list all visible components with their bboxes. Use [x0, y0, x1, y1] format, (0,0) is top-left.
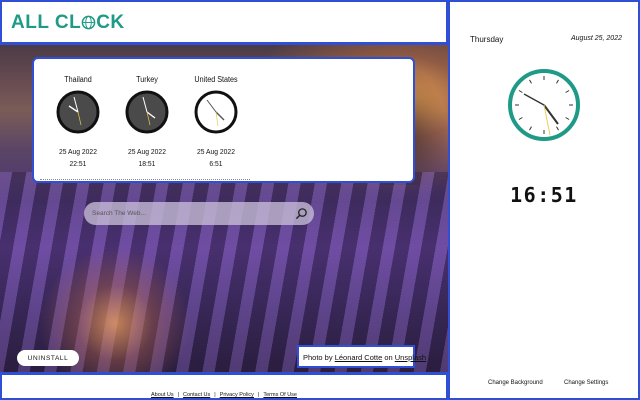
clock-date: 25 Aug 2022: [197, 147, 235, 156]
logo-text: ALL CL: [11, 12, 82, 33]
analog-clock-icon: [508, 69, 580, 141]
footer-link-privacy[interactable]: Privacy Policy: [220, 392, 254, 398]
world-clock-united-states: United States 25 Aug 2022 6:51: [181, 59, 251, 168]
clock-country: Thailand: [64, 75, 92, 84]
clock-date: 25 Aug 2022: [128, 147, 166, 156]
world-clock-thailand: Thailand 25 Aug 2022 22:51: [43, 59, 113, 168]
globe-icon: [81, 14, 96, 36]
photo-credit: Photo by Léonard Cotte on Unsplash: [297, 345, 426, 368]
world-clocks-card: Thailand 25 Aug 2022 22:51 Turkey 25 Aug…: [32, 57, 415, 183]
card-divider: [40, 179, 250, 180]
analog-clock-icon: [194, 90, 238, 134]
panel-day: Thursday: [470, 35, 504, 44]
logo-text-end: CK: [96, 12, 125, 33]
change-background-button[interactable]: Change Background: [488, 380, 543, 386]
footer-link-terms[interactable]: Terms Of Use: [263, 392, 297, 398]
credit-prefix: Photo by: [303, 353, 335, 362]
uninstall-button[interactable]: UNINSTALL: [17, 350, 79, 366]
credit-source-link[interactable]: Unsplash: [395, 353, 426, 362]
clock-country: Turkey: [136, 75, 158, 84]
clock-time: 6:51: [209, 159, 223, 168]
world-clock-turkey: Turkey 25 Aug 2022 18:51: [112, 59, 182, 168]
search-input[interactable]: [92, 206, 282, 221]
change-settings-button[interactable]: Change Settings: [564, 380, 608, 386]
logo[interactable]: ALL CL CK: [11, 12, 125, 36]
footer-link-about[interactable]: About Us: [151, 392, 174, 398]
footer: About Us | Contact Us | Privacy Policy | Terms…: [0, 372, 448, 400]
panel-digital-time: 16:51: [510, 183, 578, 207]
search-bar: [84, 202, 314, 225]
clock-date: 25 Aug 2022: [59, 147, 97, 156]
analog-clock-icon: [56, 90, 100, 134]
credit-middle: on: [382, 353, 395, 362]
analog-clock-icon: [125, 90, 169, 134]
footer-link-contact[interactable]: Contact Us: [183, 392, 210, 398]
header: ALL CL CK: [0, 0, 448, 45]
credit-author-link[interactable]: Léonard Cotte: [335, 353, 383, 362]
side-panel: Thursday August 25, 2022 16:51 Change Ba…: [448, 0, 640, 400]
main-area: ALL CL CK Thailand 25 Aug 2022 22:51 Turk…: [0, 0, 448, 400]
clock-time: 18:51: [138, 159, 156, 168]
clock-country: United States: [194, 75, 238, 84]
search-icon[interactable]: [295, 207, 308, 220]
panel-date: August 25, 2022: [571, 35, 622, 42]
clock-time: 22:51: [69, 159, 87, 168]
